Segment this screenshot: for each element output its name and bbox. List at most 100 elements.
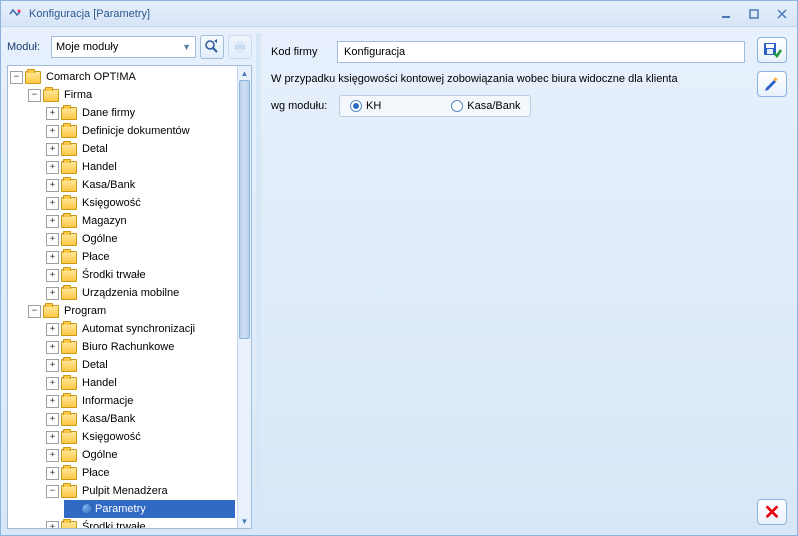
folder-icon <box>61 467 77 480</box>
tree-item[interactable]: +Handel <box>46 158 235 176</box>
expand-icon[interactable]: + <box>46 143 59 156</box>
expand-icon[interactable]: + <box>46 467 59 480</box>
expand-icon[interactable]: + <box>46 197 59 210</box>
save-button[interactable] <box>757 37 787 63</box>
expand-icon[interactable]: + <box>46 395 59 408</box>
expand-icon[interactable]: + <box>46 251 59 264</box>
folder-icon <box>61 161 77 174</box>
folder-icon <box>61 521 77 529</box>
folder-icon <box>61 287 77 300</box>
titlebar: Konfiguracja [Parametry] <box>1 1 797 27</box>
tree-item[interactable]: +Środki trwałe <box>46 518 235 528</box>
tree-item[interactable]: +Detal <box>46 140 235 158</box>
tree-item[interactable]: +Płace <box>46 464 235 482</box>
radio-kasabank[interactable]: Kasa/Bank <box>451 100 520 112</box>
tree-item[interactable]: +Ogólne <box>46 446 235 464</box>
expand-icon[interactable]: + <box>46 107 59 120</box>
expand-icon[interactable]: + <box>46 179 59 192</box>
tree-root[interactable]: − Comarch OPT!MA <box>10 68 235 86</box>
folder-icon <box>61 233 77 246</box>
expand-icon[interactable]: + <box>46 233 59 246</box>
scrollbar-thumb[interactable] <box>239 80 250 339</box>
folder-icon <box>61 323 77 336</box>
expand-icon[interactable]: + <box>46 341 59 354</box>
radio-kh-label: KH <box>366 100 381 112</box>
radio-group: KH Kasa/Bank <box>339 95 531 117</box>
tree-item[interactable]: +Informacje <box>46 392 235 410</box>
search-button[interactable] <box>200 35 224 59</box>
folder-icon <box>61 143 77 156</box>
expand-icon[interactable]: + <box>46 323 59 336</box>
tree-firma[interactable]: − Firma <box>28 86 235 104</box>
tree-item[interactable]: +Ogólne <box>46 230 235 248</box>
tree-parametry[interactable]: Parametry <box>64 500 235 518</box>
expand-icon[interactable]: + <box>46 125 59 138</box>
cancel-button[interactable]: ✕ <box>757 499 787 525</box>
folder-icon <box>61 485 77 498</box>
splitter[interactable] <box>256 33 261 529</box>
expand-icon[interactable]: + <box>46 431 59 444</box>
folder-icon <box>61 197 77 210</box>
print-button <box>228 35 252 59</box>
expand-icon[interactable]: + <box>46 359 59 372</box>
chevron-down-icon: ▼ <box>182 42 191 52</box>
folder-icon <box>61 125 77 138</box>
scroll-up-icon[interactable]: ▲ <box>238 66 251 80</box>
collapse-icon[interactable]: − <box>46 485 59 498</box>
folder-icon <box>61 395 77 408</box>
minimize-button[interactable] <box>717 7 735 21</box>
scroll-down-icon[interactable]: ▼ <box>238 514 251 528</box>
tree-item[interactable]: +Magazyn <box>46 212 235 230</box>
expand-icon[interactable]: + <box>46 269 59 282</box>
folder-icon <box>61 215 77 228</box>
close-window-button[interactable] <box>773 7 791 21</box>
tree-item[interactable]: +Księgowość <box>46 428 235 446</box>
expand-icon[interactable]: + <box>46 215 59 228</box>
module-label: Moduł: <box>7 41 47 53</box>
expand-icon[interactable]: + <box>46 161 59 174</box>
folder-icon <box>61 107 77 120</box>
collapse-icon[interactable]: − <box>28 89 41 102</box>
tree-item[interactable]: +Automat synchronizacji <box>46 320 235 338</box>
tree-pulpit[interactable]: −Pulpit Menadżera <box>46 482 235 500</box>
folder-icon <box>25 71 41 84</box>
radio-icon <box>350 100 362 112</box>
radio-icon <box>451 100 463 112</box>
bullet-icon <box>81 503 93 515</box>
expand-icon[interactable]: + <box>46 377 59 390</box>
tree-item[interactable]: +Środki trwałe <box>46 266 235 284</box>
kod-firmy-label: Kod firmy <box>271 46 329 58</box>
folder-icon <box>61 341 77 354</box>
kod-firmy-input[interactable] <box>337 41 745 63</box>
info-text: W przypadku księgowości kontowej zobowią… <box>271 73 785 85</box>
folder-icon <box>61 251 77 264</box>
folder-icon <box>61 179 77 192</box>
tree-item[interactable]: +Kasa/Bank <box>46 176 235 194</box>
folder-icon <box>61 449 77 462</box>
collapse-icon[interactable]: − <box>28 305 41 318</box>
tree-item[interactable]: +Handel <box>46 374 235 392</box>
tree-item[interactable]: +Płace <box>46 248 235 266</box>
tree-item[interactable]: +Biuro Rachunkowe <box>46 338 235 356</box>
edit-button[interactable] <box>757 71 787 97</box>
tree-item[interactable]: +Księgowość <box>46 194 235 212</box>
module-select[interactable]: Moje moduły ▼ <box>51 36 196 58</box>
expand-icon[interactable]: + <box>46 449 59 462</box>
radio-kb-label: Kasa/Bank <box>467 100 520 112</box>
maximize-button[interactable] <box>745 7 763 21</box>
scrollbar[interactable]: ▲ ▼ <box>237 66 251 528</box>
collapse-icon[interactable]: − <box>10 71 23 84</box>
expand-icon[interactable]: + <box>46 413 59 426</box>
tree-item[interactable]: +Dane firmy <box>46 104 235 122</box>
tree-item[interactable]: +Kasa/Bank <box>46 410 235 428</box>
folder-icon <box>61 377 77 390</box>
expand-icon[interactable]: + <box>46 287 59 300</box>
radio-kh[interactable]: KH <box>350 100 381 112</box>
window-title: Konfiguracja [Parametry] <box>29 8 717 20</box>
expand-icon[interactable]: + <box>46 521 59 529</box>
module-select-value: Moje moduły <box>56 41 118 53</box>
tree-item[interactable]: +Detal <box>46 356 235 374</box>
tree-item[interactable]: +Definicje dokumentów <box>46 122 235 140</box>
tree-program[interactable]: − Program <box>28 302 235 320</box>
tree-item[interactable]: +Urządzenia mobilne <box>46 284 235 302</box>
